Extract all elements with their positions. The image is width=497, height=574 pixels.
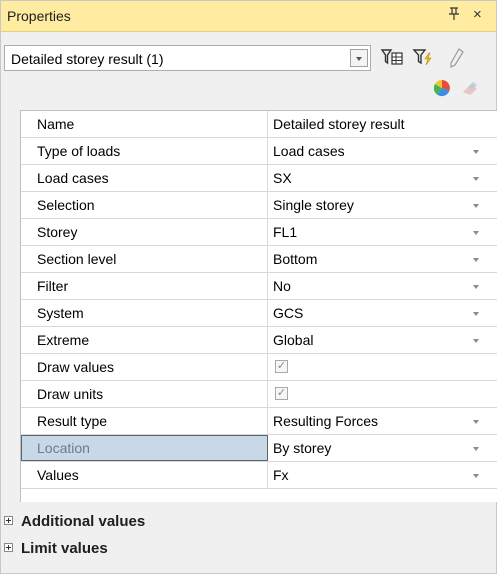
pencil-icon[interactable] xyxy=(443,45,469,71)
property-row[interactable]: Location By storey xyxy=(21,435,497,462)
color-wheel-icon[interactable] xyxy=(431,77,455,99)
property-name: Selection xyxy=(21,192,268,218)
property-name: Name xyxy=(21,111,268,137)
property-value[interactable]: By storey xyxy=(273,435,331,461)
chevron-down-icon[interactable] xyxy=(350,49,368,67)
section-additional-values[interactable]: Additional values xyxy=(1,509,496,535)
section-label: Additional values xyxy=(21,513,146,530)
property-name: Filter xyxy=(21,273,268,299)
section-limit-values[interactable]: Limit values xyxy=(1,536,496,562)
property-name: Draw units xyxy=(21,381,268,407)
chevron-down-icon[interactable] xyxy=(473,420,479,424)
section-label: Limit values xyxy=(21,540,108,557)
filter-lightning-icon[interactable] xyxy=(411,45,437,71)
property-value[interactable]: No xyxy=(273,273,291,299)
close-icon[interactable]: × xyxy=(473,6,482,23)
property-row[interactable]: Values Fx xyxy=(21,462,497,489)
chevron-down-icon[interactable] xyxy=(473,150,479,154)
property-name: Location xyxy=(21,435,268,461)
property-name: Storey xyxy=(21,219,268,245)
object-selector-value: Detailed storey result (1) xyxy=(11,51,164,67)
property-value[interactable]: Single storey xyxy=(273,192,354,218)
panel-title: Properties xyxy=(7,8,71,24)
property-row[interactable]: Selection Single storey xyxy=(21,192,497,219)
property-value[interactable]: Fx xyxy=(273,462,289,488)
panel-titlebar: Properties × xyxy=(1,1,496,32)
properties-panel: Properties × Detailed storey result (1) xyxy=(0,0,497,574)
property-value: Detailed storey result xyxy=(273,116,405,132)
chevron-down-icon[interactable] xyxy=(473,339,479,343)
eraser-icon[interactable] xyxy=(459,77,483,99)
chevron-down-icon[interactable] xyxy=(473,285,479,289)
chevron-down-icon[interactable] xyxy=(473,177,479,181)
property-row[interactable]: Name Detailed storey result xyxy=(21,111,497,138)
property-row[interactable]: Storey FL1 xyxy=(21,219,497,246)
filter-table-icon[interactable] xyxy=(379,45,405,71)
property-name: Load cases xyxy=(21,165,268,191)
chevron-down-icon[interactable] xyxy=(473,204,479,208)
property-row[interactable]: Draw units ✓ xyxy=(21,381,497,408)
checkbox[interactable]: ✓ xyxy=(275,360,288,373)
property-name: System xyxy=(21,300,268,326)
property-value[interactable]: Bottom xyxy=(273,246,317,272)
property-value[interactable]: Load cases xyxy=(273,138,345,164)
property-row[interactable]: Result type Resulting Forces xyxy=(21,408,497,435)
chevron-down-icon[interactable] xyxy=(473,312,479,316)
chevron-down-icon[interactable] xyxy=(473,231,479,235)
property-name: Type of loads xyxy=(21,138,268,164)
chevron-down-icon[interactable] xyxy=(473,474,479,478)
property-name: Values xyxy=(21,462,268,488)
property-row[interactable]: Section level Bottom xyxy=(21,246,497,273)
chevron-down-icon[interactable] xyxy=(473,258,479,262)
property-value[interactable]: Global xyxy=(273,327,313,353)
expand-icon[interactable] xyxy=(4,516,13,525)
property-value[interactable]: Resulting Forces xyxy=(273,408,378,434)
property-row[interactable]: Draw values ✓ xyxy=(21,354,497,381)
property-value[interactable]: SX xyxy=(273,165,292,191)
object-selector-dropdown[interactable]: Detailed storey result (1) xyxy=(4,45,371,71)
property-value[interactable]: GCS xyxy=(273,300,303,326)
property-name: Draw values xyxy=(21,354,268,380)
property-name: Section level xyxy=(21,246,268,272)
expand-icon[interactable] xyxy=(4,543,13,552)
property-name: Result type xyxy=(21,408,268,434)
checkbox[interactable]: ✓ xyxy=(275,387,288,400)
property-row[interactable]: Extreme Global xyxy=(21,327,497,354)
chevron-down-icon[interactable] xyxy=(473,447,479,451)
property-row[interactable]: System GCS xyxy=(21,300,497,327)
property-row[interactable]: Type of loads Load cases xyxy=(21,138,497,165)
property-row[interactable]: Filter No xyxy=(21,273,497,300)
property-row[interactable]: Load cases SX xyxy=(21,165,497,192)
pin-icon[interactable] xyxy=(448,7,460,24)
property-name: Extreme xyxy=(21,327,268,353)
property-value[interactable]: FL1 xyxy=(273,219,297,245)
property-grid: Name Detailed storey result Type of loads L… xyxy=(20,110,497,502)
